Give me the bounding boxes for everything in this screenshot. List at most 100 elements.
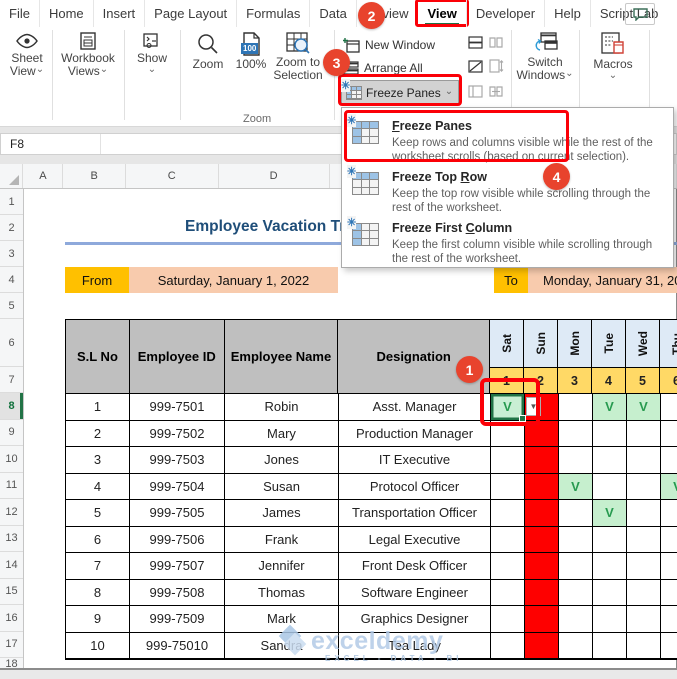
row-header[interactable]: 3 xyxy=(0,241,23,267)
row-header[interactable]: 1 xyxy=(0,189,23,215)
name-box[interactable]: F8 xyxy=(1,134,101,154)
cell-designation[interactable]: Legal Executive xyxy=(339,526,491,552)
cell-day[interactable] xyxy=(627,606,661,632)
cell-day[interactable] xyxy=(593,632,627,658)
tab-formulas[interactable]: Formulas xyxy=(236,0,309,27)
day-column-header[interactable]: Wed 5 xyxy=(626,320,660,393)
cell-day[interactable] xyxy=(661,447,677,473)
cell-sl[interactable]: 3 xyxy=(66,447,130,473)
cell-sl[interactable]: 8 xyxy=(66,579,130,605)
row-header[interactable]: 7 xyxy=(0,367,23,393)
tab-help[interactable]: Help xyxy=(544,0,590,27)
cell-day[interactable] xyxy=(559,606,593,632)
synchronous-scrolling-icon[interactable] xyxy=(487,58,505,74)
cell-sl[interactable]: 6 xyxy=(66,526,130,552)
cell-day[interactable]: V xyxy=(661,473,677,499)
cell-day[interactable]: V xyxy=(593,394,627,420)
cell-day[interactable] xyxy=(627,447,661,473)
cell-designation[interactable]: IT Executive xyxy=(339,447,491,473)
cell-day[interactable] xyxy=(661,633,677,659)
zoom-100-button[interactable]: 100 100% xyxy=(232,32,270,71)
cell-sl[interactable]: 7 xyxy=(66,553,130,579)
cell-day[interactable] xyxy=(627,526,661,552)
cell-name[interactable]: Thomas xyxy=(225,579,339,605)
row-header[interactable]: 10 xyxy=(0,446,23,473)
cell-day[interactable] xyxy=(559,447,593,473)
cell-id[interactable]: 999-7502 xyxy=(130,420,225,446)
cell-day[interactable] xyxy=(525,526,559,552)
cell-sl[interactable]: 9 xyxy=(66,606,130,632)
zoom-button[interactable]: Zoom xyxy=(186,32,230,71)
row-header[interactable]: 2 xyxy=(0,215,23,241)
header-employee-id[interactable]: Employee ID xyxy=(129,320,225,393)
cell-day[interactable] xyxy=(559,632,593,658)
day-column-header[interactable]: Sun 2 xyxy=(524,320,558,393)
cell-day[interactable] xyxy=(525,579,559,605)
cell-day[interactable] xyxy=(627,473,661,499)
cell-day[interactable] xyxy=(661,394,677,420)
cell-sl[interactable]: 1 xyxy=(66,394,130,420)
cell-id[interactable]: 999-7508 xyxy=(130,579,225,605)
cell-sl[interactable]: 2 xyxy=(66,420,130,446)
show-button[interactable]: Show xyxy=(128,32,176,79)
row-header[interactable]: 17 xyxy=(0,632,23,658)
tab-home[interactable]: Home xyxy=(38,0,93,27)
cell-day[interactable] xyxy=(627,553,661,579)
cell-day[interactable] xyxy=(593,447,627,473)
cell-name[interactable]: Jennifer xyxy=(225,553,339,579)
cell-day[interactable] xyxy=(525,606,559,632)
cell-day[interactable]: V xyxy=(559,473,593,499)
cell-day[interactable] xyxy=(661,606,677,632)
tab-file[interactable]: File xyxy=(0,0,39,27)
reset-window-position-icon[interactable] xyxy=(487,83,505,99)
cell-day[interactable] xyxy=(491,553,525,579)
cell-id[interactable]: 999-7504 xyxy=(130,473,225,499)
cell-day[interactable] xyxy=(593,606,627,632)
view-side-by-side-icon[interactable] xyxy=(487,34,505,50)
workbook-views-button[interactable]: Workbook Views xyxy=(54,32,122,79)
cell-day[interactable] xyxy=(593,473,627,499)
cell-designation[interactable]: Protocol Officer xyxy=(339,473,491,499)
zoom-to-selection-button[interactable]: Zoom to Selection xyxy=(270,32,326,82)
day-column-header[interactable]: Sat 1 xyxy=(490,320,524,393)
cell-day[interactable] xyxy=(525,420,559,446)
row-header[interactable]: 6 xyxy=(0,319,23,367)
menu-item-freeze-top-row[interactable]: ✳ Freeze Top Row Keep the top row visibl… xyxy=(342,163,673,214)
to-label-cell[interactable]: To xyxy=(494,267,528,293)
from-label-cell[interactable]: From xyxy=(65,267,129,293)
new-window-button[interactable]: New Window xyxy=(343,35,435,55)
cell-day[interactable] xyxy=(525,553,559,579)
cell-day[interactable] xyxy=(661,580,677,606)
switch-windows-button[interactable]: Switch Windows xyxy=(514,32,576,83)
cell-day[interactable] xyxy=(627,632,661,658)
cell-name[interactable]: Frank xyxy=(225,526,339,552)
tab-developer[interactable]: Developer xyxy=(465,0,544,27)
to-date-cell[interactable]: Monday, January 31, 2022 xyxy=(528,267,677,293)
cell-id[interactable]: 999-7501 xyxy=(130,394,225,420)
arrange-all-button[interactable]: Arrange All xyxy=(343,58,423,78)
cell-day[interactable]: V xyxy=(627,394,661,420)
cell-f8-selected[interactable]: V xyxy=(491,394,526,421)
cell-day[interactable] xyxy=(491,632,525,658)
cell-day[interactable] xyxy=(661,421,677,447)
cell-name[interactable]: Mark xyxy=(225,606,339,632)
cell-day[interactable] xyxy=(559,526,593,552)
row-header[interactable]: 5 xyxy=(0,293,23,319)
row-header-selected[interactable]: 8 xyxy=(0,393,23,420)
tab-view[interactable]: View xyxy=(415,0,469,27)
cell-designation[interactable]: Graphics Designer xyxy=(339,606,491,632)
header-sl-no[interactable]: S.L No xyxy=(66,320,130,393)
row-header[interactable]: 13 xyxy=(0,526,23,552)
cell-day[interactable] xyxy=(525,500,559,526)
cell-day[interactable] xyxy=(559,553,593,579)
row-header[interactable]: 4 xyxy=(0,267,23,293)
select-all-corner[interactable] xyxy=(0,164,24,188)
unhide-icon[interactable] xyxy=(466,83,484,99)
cell-sl[interactable]: 10 xyxy=(66,632,130,658)
tab-data[interactable]: Data xyxy=(309,0,355,27)
cell-name[interactable]: Sandra xyxy=(225,632,339,658)
cell-day[interactable] xyxy=(525,473,559,499)
cell-day[interactable] xyxy=(491,420,525,446)
freeze-panes-button[interactable]: ✳ Freeze Panes xyxy=(341,78,459,105)
cell-day[interactable] xyxy=(491,473,525,499)
